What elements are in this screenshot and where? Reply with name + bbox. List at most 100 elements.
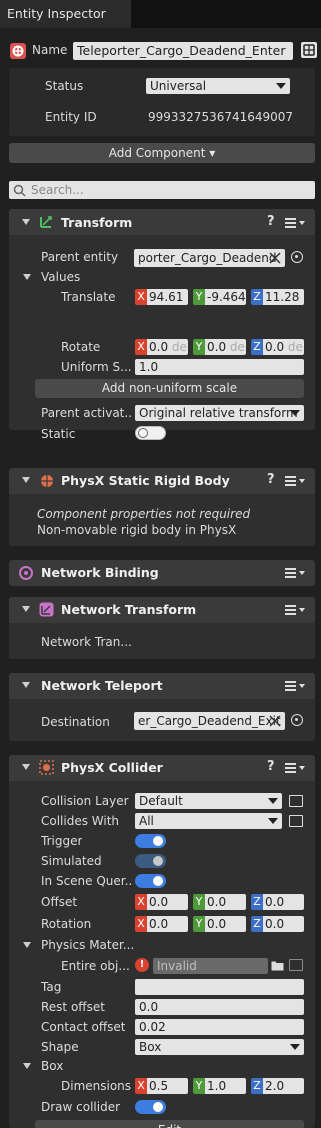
- offset-y[interactable]: Y 0.0: [193, 894, 246, 910]
- shape-select[interactable]: Box: [135, 1039, 304, 1055]
- collides-with-label: Collides With: [41, 814, 120, 828]
- open-editor-icon[interactable]: [289, 815, 303, 827]
- static-toggle[interactable]: [135, 426, 166, 440]
- translate-y[interactable]: Y -9.464: [193, 289, 246, 305]
- values-label: Values: [41, 270, 81, 284]
- rotation-x[interactable]: X 0.0: [135, 916, 188, 932]
- status-label: Status: [45, 79, 84, 93]
- destination-value: er_Cargo_Deadend_Exit: [138, 714, 281, 728]
- entire-object-field[interactable]: Invalid: [153, 958, 268, 974]
- status-select-value: Universal: [150, 79, 207, 93]
- menu-icon[interactable]: [285, 218, 296, 230]
- menu-icon[interactable]: [285, 763, 296, 775]
- contact-offset-field[interactable]: 0.02: [135, 1019, 304, 1035]
- values-expand-icon[interactable]: [23, 274, 31, 280]
- simulated-toggle[interactable]: [135, 854, 166, 868]
- entity-id-value: 9993327536741649007: [148, 110, 294, 124]
- menu-caret-icon: [299, 571, 305, 575]
- rotate-x[interactable]: X 0.0 de: [135, 339, 188, 355]
- menu-icon[interactable]: [285, 605, 296, 617]
- shape-value: Box: [139, 1040, 162, 1054]
- parent-activation-label: Parent activat...: [41, 406, 133, 420]
- in-scene-queries-label: In Scene Quer...: [41, 874, 133, 888]
- y-axis-tag: Y: [193, 289, 205, 305]
- draw-collider-label: Draw collider: [41, 1100, 121, 1114]
- dimensions-x[interactable]: X 0.5: [135, 1078, 188, 1094]
- help-icon[interactable]: ?: [267, 472, 275, 487]
- network-binding-title: Network Binding: [41, 565, 159, 580]
- destination-field[interactable]: er_Cargo_Deadend_Exit: [134, 712, 285, 730]
- collapse-icon[interactable]: [22, 606, 30, 612]
- search-input[interactable]: Search...: [9, 181, 315, 199]
- draw-collider-toggle[interactable]: [135, 1100, 166, 1114]
- collides-with-select[interactable]: All: [135, 813, 282, 829]
- network-transform-icon: [39, 602, 54, 617]
- rotate-label: Rotate: [61, 340, 101, 354]
- trigger-label: Trigger: [41, 834, 83, 848]
- collapse-icon[interactable]: [22, 682, 30, 688]
- menu-icon[interactable]: [285, 476, 296, 488]
- dimensions-y[interactable]: Y 1.0: [193, 1078, 246, 1094]
- rotation-label: Rotation: [41, 917, 92, 931]
- collision-layer-select[interactable]: Default: [135, 793, 282, 809]
- physics-material-expand-icon[interactable]: [23, 942, 31, 948]
- name-field[interactable]: Teleporter_Cargo_Deadend_Enter: [73, 42, 293, 60]
- translate-z[interactable]: Z 11.28: [251, 289, 304, 305]
- parent-activation-select[interactable]: Original relative transform: [135, 405, 304, 421]
- x-axis-tag: X: [135, 289, 147, 305]
- add-nonuniform-scale-button[interactable]: Add non-uniform scale: [35, 379, 304, 398]
- tab-entity-inspector[interactable]: Entity Inspector: [0, 0, 131, 28]
- translate-x[interactable]: X 94.61: [135, 289, 188, 305]
- edit-button[interactable]: Edit: [35, 1120, 304, 1128]
- entity-menu-icon[interactable]: [301, 42, 317, 58]
- menu-icon[interactable]: [285, 681, 296, 693]
- rest-offset-field[interactable]: 0.0: [135, 999, 304, 1015]
- add-component-button[interactable]: Add Component ▾: [9, 143, 315, 163]
- entire-object-label: Entire obj...: [61, 959, 130, 973]
- offset-z[interactable]: Z 0.0: [251, 894, 304, 910]
- tag-label: Tag: [41, 980, 62, 994]
- menu-caret-icon: [299, 608, 305, 612]
- shape-label: Shape: [41, 1040, 79, 1054]
- offset-x[interactable]: X 0.0: [135, 894, 188, 910]
- menu-icon[interactable]: [285, 568, 296, 580]
- physx-collider-title: PhysX Collider: [61, 760, 163, 775]
- uniform-scale-field[interactable]: 1.0: [135, 359, 304, 375]
- help-icon[interactable]: ?: [267, 759, 275, 774]
- pick-target-icon[interactable]: [291, 251, 303, 263]
- collapse-icon[interactable]: [22, 477, 30, 483]
- parent-entity-value: porter_Cargo_Deadend: [138, 251, 277, 265]
- clear-icon[interactable]: [269, 715, 281, 727]
- parent-entity-field[interactable]: porter_Cargo_Deadend: [134, 249, 285, 267]
- dimensions-z[interactable]: Z 2.0: [251, 1078, 304, 1094]
- collision-layer-value: Default: [139, 794, 183, 808]
- rotate-z[interactable]: Z 0.0 de: [251, 339, 304, 355]
- box-expand-icon[interactable]: [23, 1063, 31, 1069]
- rotation-z[interactable]: Z 0.0: [251, 916, 304, 932]
- collapse-icon[interactable]: [22, 764, 30, 770]
- menu-caret-icon: [299, 684, 305, 688]
- network-transform-body: Network Tran...: [41, 635, 132, 649]
- pick-target-icon[interactable]: [291, 714, 303, 726]
- tag-field[interactable]: [135, 979, 304, 995]
- collider-icon: [39, 760, 54, 775]
- folder-icon[interactable]: [271, 960, 284, 971]
- menu-caret-icon: [299, 221, 305, 225]
- name-label: Name: [32, 43, 68, 57]
- open-editor-icon[interactable]: [289, 795, 303, 807]
- collapse-icon[interactable]: [22, 219, 30, 225]
- transform-title: Transform: [61, 215, 133, 230]
- trigger-toggle[interactable]: [135, 834, 166, 848]
- open-editor-icon[interactable]: [289, 959, 303, 971]
- physx-static-description: Non-movable rigid body in PhysX: [37, 523, 237, 537]
- in-scene-queries-toggle[interactable]: [135, 874, 166, 888]
- clear-icon[interactable]: [269, 252, 281, 264]
- transform-icon: [40, 216, 52, 228]
- network-binding-icon: [19, 566, 33, 580]
- help-icon[interactable]: ?: [267, 214, 275, 229]
- rotate-y[interactable]: Y 0.0 de: [193, 339, 246, 355]
- rotation-y[interactable]: Y 0.0: [193, 916, 246, 932]
- uniform-scale-label: Uniform S...: [61, 360, 131, 374]
- status-select[interactable]: Universal: [146, 78, 290, 94]
- tab-bar: Entity Inspector: [0, 0, 321, 28]
